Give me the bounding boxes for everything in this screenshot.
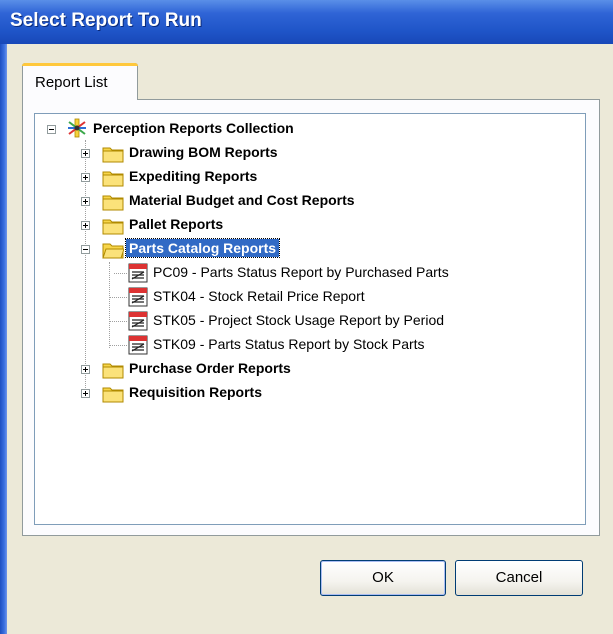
report-file-icon (128, 335, 148, 355)
tree-report-label[interactable]: STK09 - Parts Status Report by Stock Par… (153, 336, 425, 352)
tree-report-label[interactable]: STK04 - Stock Retail Price Report (153, 288, 365, 304)
title-bar[interactable]: Select Report To Run (0, 0, 613, 44)
folder-icon (102, 219, 124, 235)
window-title: Select Report To Run (10, 10, 202, 31)
tree-root-label[interactable]: Perception Reports Collection (93, 120, 294, 136)
expand-toggle[interactable] (81, 365, 90, 374)
tree-connector (114, 273, 127, 274)
folder-open-icon (102, 243, 124, 259)
report-collection-icon (68, 118, 86, 138)
tree-connector (109, 262, 110, 348)
expand-toggle[interactable] (81, 389, 90, 398)
tab-report-list[interactable]: Report List (22, 63, 138, 100)
collapse-toggle[interactable] (47, 125, 56, 134)
expand-toggle[interactable] (81, 221, 90, 230)
tree-folder-label[interactable]: Drawing BOM Reports (129, 144, 278, 160)
tree-folder-label[interactable]: Purchase Order Reports (129, 360, 291, 376)
tree-folder-label[interactable]: Requisition Reports (129, 384, 262, 400)
tree-connector (109, 345, 127, 346)
tree-connector (109, 297, 127, 298)
report-file-icon (128, 287, 148, 307)
tree-folder-label[interactable]: Material Budget and Cost Reports (129, 192, 355, 208)
tree-connector (109, 321, 127, 322)
tree-report-label[interactable]: PC09 - Parts Status Report by Purchased … (153, 264, 449, 280)
expand-toggle[interactable] (81, 197, 90, 206)
report-file-icon (128, 311, 148, 331)
report-file-icon (128, 263, 148, 283)
tab-label: Report List (35, 74, 108, 91)
window-frame-left (0, 44, 7, 634)
folder-icon (102, 171, 124, 187)
folder-icon (102, 387, 124, 403)
folder-icon (102, 147, 124, 163)
folder-icon (102, 363, 124, 379)
report-tree[interactable]: Perception Reports Collection Drawing BO… (34, 113, 586, 525)
expand-toggle[interactable] (81, 149, 90, 158)
tree-folder-label-selected[interactable]: Parts Catalog Reports (124, 238, 281, 258)
tree-report-label[interactable]: STK05 - Project Stock Usage Report by Pe… (153, 312, 444, 328)
ok-button[interactable]: OK (320, 560, 446, 596)
cancel-button[interactable]: Cancel (455, 560, 583, 596)
tree-folder-label[interactable]: Pallet Reports (129, 216, 223, 232)
collapse-toggle[interactable] (81, 245, 90, 254)
expand-toggle[interactable] (81, 173, 90, 182)
folder-icon (102, 195, 124, 211)
tree-folder-label[interactable]: Expediting Reports (129, 168, 257, 184)
